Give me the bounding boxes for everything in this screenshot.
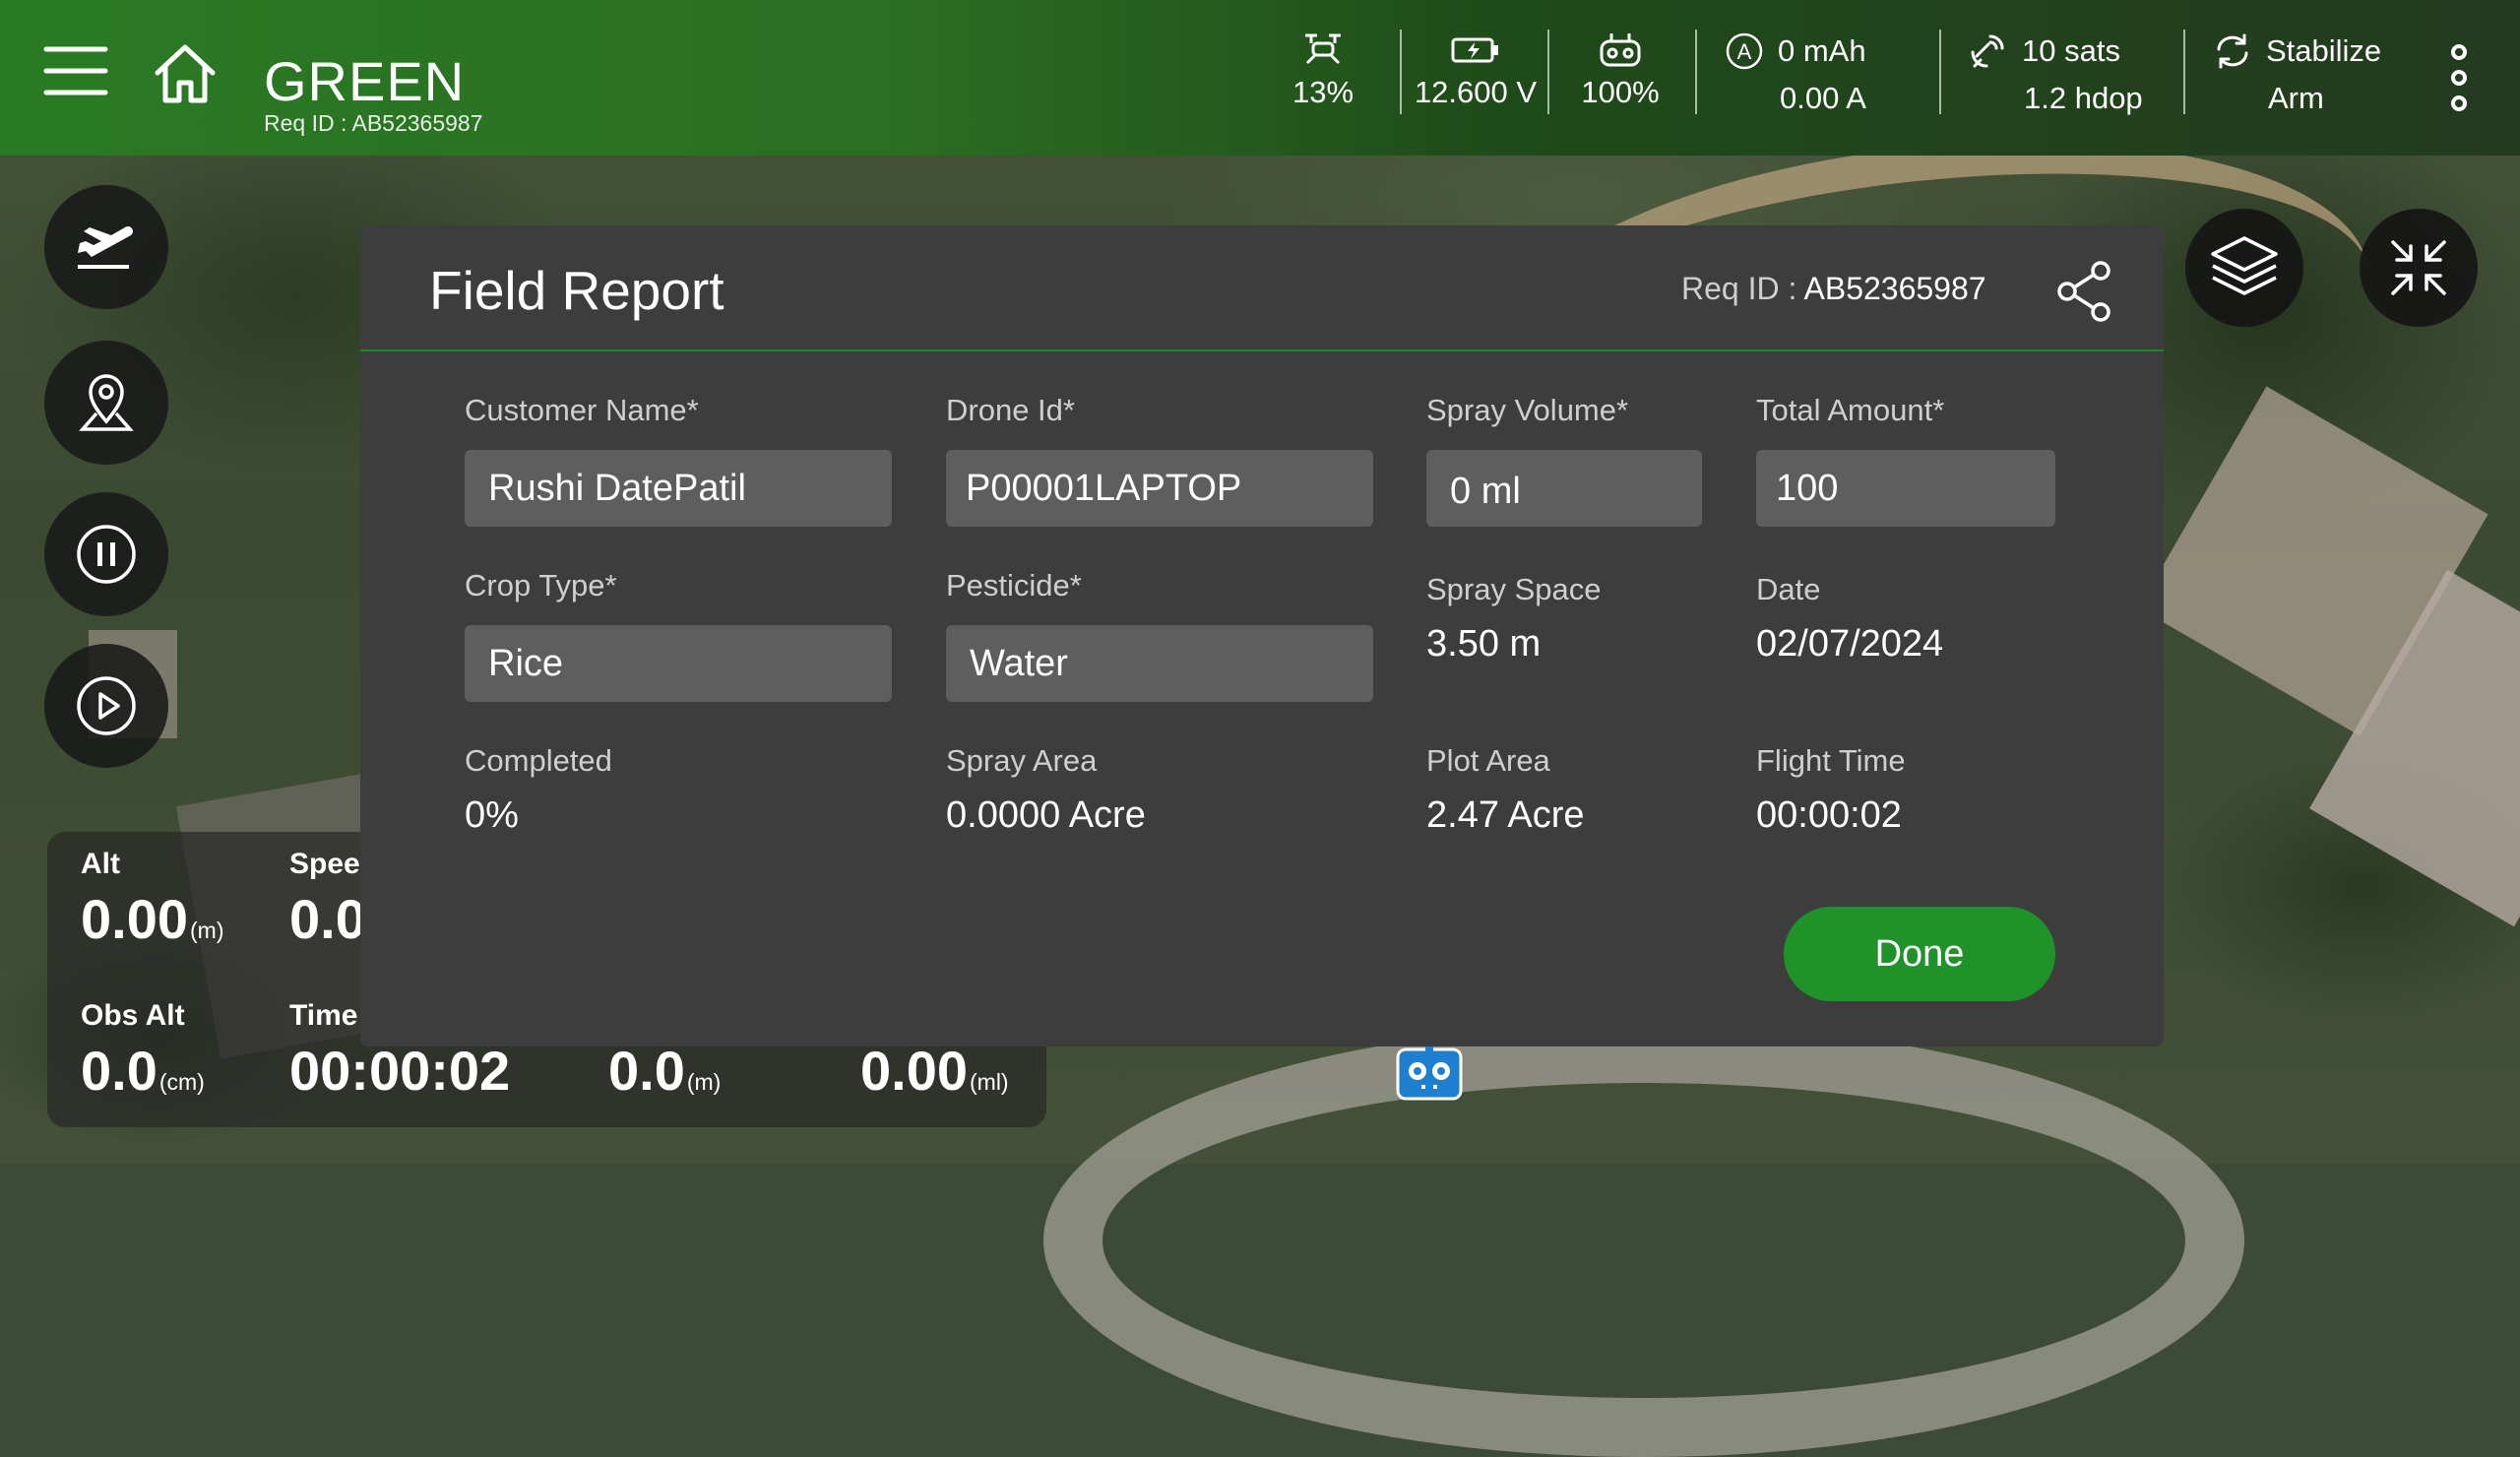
sats-value: 10 sats [2022, 33, 2120, 68]
volume-readout: 0.00(ml) [860, 1039, 1009, 1103]
map-pin-icon [79, 374, 134, 431]
total-amount-field[interactable]: 100 [1756, 450, 2055, 527]
distance-unit: (m) [686, 1069, 722, 1095]
current-value: 0.00 A [1780, 81, 1866, 115]
gamepad-icon [1575, 30, 1666, 69]
divider [1547, 30, 1549, 114]
alt-label: Alt [81, 848, 120, 880]
hamburger-icon[interactable] [43, 43, 108, 98]
rc-signal-value: 100% [1581, 75, 1660, 109]
obs-alt-label: Obs Alt [81, 999, 185, 1032]
plot-area-value: 2.47 Acre [1426, 794, 1585, 836]
dialog-title: Field Report [429, 260, 724, 321]
hdop-value: 1.2 hdop [2024, 81, 2143, 115]
date-value: 02/07/2024 [1756, 623, 1944, 665]
divider [1695, 30, 1697, 114]
mode-value: Stabilize [2266, 33, 2382, 68]
top-bar: GREEN Req ID : AB52365987 13% 12.600 V 1… [0, 0, 2520, 156]
flight-time-label: Flight Time [1756, 743, 1906, 778]
time-label: Time [289, 999, 358, 1032]
total-amount-label: Total Amount* [1756, 393, 1945, 427]
takeoff-button[interactable] [44, 185, 168, 309]
drone-battery-value: 13% [1292, 75, 1354, 109]
takeoff-icon [78, 226, 133, 269]
spray-space-label: Spray Space [1426, 572, 1602, 606]
dialog-req-id: Req ID : AB52365987 [1681, 271, 1986, 307]
rc-signal-status: 100% [1575, 30, 1666, 110]
completed-value: 0% [465, 794, 519, 836]
satellite-icon [1971, 34, 2004, 68]
speed-value: 0.0 [289, 888, 366, 950]
spray-volume-label: Spray Volume* [1426, 393, 1629, 427]
collapse-icon [2391, 240, 2446, 295]
spray-area-value: 0.0000 Acre [946, 794, 1146, 836]
current-status: A 0 mAh 0.00 A [1725, 30, 1902, 116]
dialog-divider [360, 349, 2164, 351]
ampere-icon: A [1726, 32, 1763, 70]
collapse-button[interactable] [2360, 209, 2478, 327]
obs-alt-value: 0.0 [81, 1040, 158, 1102]
home-icon[interactable] [152, 41, 219, 106]
capacity-value: 0 mAh [1778, 33, 1866, 68]
crop-type-field[interactable]: Rice [465, 625, 892, 702]
time-value: 00:00:02 [289, 1040, 511, 1102]
pause-button[interactable] [44, 492, 168, 616]
alt-value: 0.00 [81, 888, 188, 950]
crop-type-label: Crop Type* [465, 568, 617, 602]
play-icon [77, 676, 136, 735]
customer-name-label: Customer Name* [465, 393, 699, 427]
flight-mode-status[interactable]: Stabilize Arm [2213, 30, 2400, 116]
sync-icon [2217, 33, 2248, 69]
alt-unit: (m) [190, 918, 224, 943]
drone-icon [1286, 30, 1360, 69]
pesticide-field[interactable]: Water [946, 625, 1373, 702]
spray-space-value: 3.50 m [1426, 623, 1542, 665]
distance-value: 0.0 [608, 1040, 685, 1102]
flight-time-value: 00:00:02 [1756, 794, 1902, 836]
field-report-dialog: Field Report Req ID : AB52365987 Custome… [360, 225, 2164, 1046]
done-button[interactable]: Done [1784, 907, 2055, 1001]
layers-icon [2211, 236, 2278, 295]
layers-button[interactable] [2185, 209, 2303, 327]
voltage-status: 12.600 V [1410, 30, 1542, 110]
header-req-id: Req ID : AB52365987 [264, 110, 483, 136]
location-button[interactable] [44, 341, 168, 465]
app-title: GREEN [264, 50, 466, 112]
play-button[interactable] [44, 644, 168, 768]
distance-readout: 0.0(m) [608, 1039, 721, 1103]
divider [2183, 30, 2185, 114]
volume-unit: (ml) [970, 1069, 1009, 1095]
drone-id-field[interactable]: P00001LAPTOP [946, 450, 1373, 527]
map-road [1043, 1024, 2244, 1457]
svg-text:A: A [1737, 39, 1752, 64]
req-id-value: AB52365987 [1803, 271, 1986, 306]
volume-value: 0.00 [860, 1040, 968, 1102]
pesticide-label: Pesticide* [946, 568, 1082, 602]
arm-state: Arm [2268, 81, 2324, 115]
spray-volume-field[interactable]: 0 ml [1426, 450, 1702, 527]
alt-readout: 0.00(m) [81, 887, 223, 951]
pause-icon [77, 525, 136, 584]
voltage-value: 12.600 V [1414, 75, 1538, 109]
spray-area-label: Spray Area [946, 743, 1098, 778]
drone-id-label: Drone Id* [946, 393, 1075, 427]
gps-status: 10 sats 1.2 hdop [1967, 30, 2164, 116]
share-icon[interactable] [2053, 259, 2114, 329]
drone-marker-icon[interactable] [1396, 1044, 1463, 1101]
completed-label: Completed [465, 743, 612, 778]
req-id-label: Req ID : [1681, 271, 1804, 306]
divider [1400, 30, 1402, 114]
battery-icon [1410, 30, 1542, 69]
divider [1939, 30, 1941, 114]
obs-alt-readout: 0.0(cm) [81, 1039, 205, 1103]
plot-area-label: Plot Area [1426, 743, 1550, 778]
drone-battery-status: 13% [1286, 30, 1360, 110]
customer-name-field[interactable]: Rushi DatePatil [465, 450, 892, 527]
kebab-icon[interactable] [2447, 43, 2471, 112]
date-label: Date [1756, 572, 1821, 606]
obs-alt-unit: (cm) [158, 1069, 205, 1095]
